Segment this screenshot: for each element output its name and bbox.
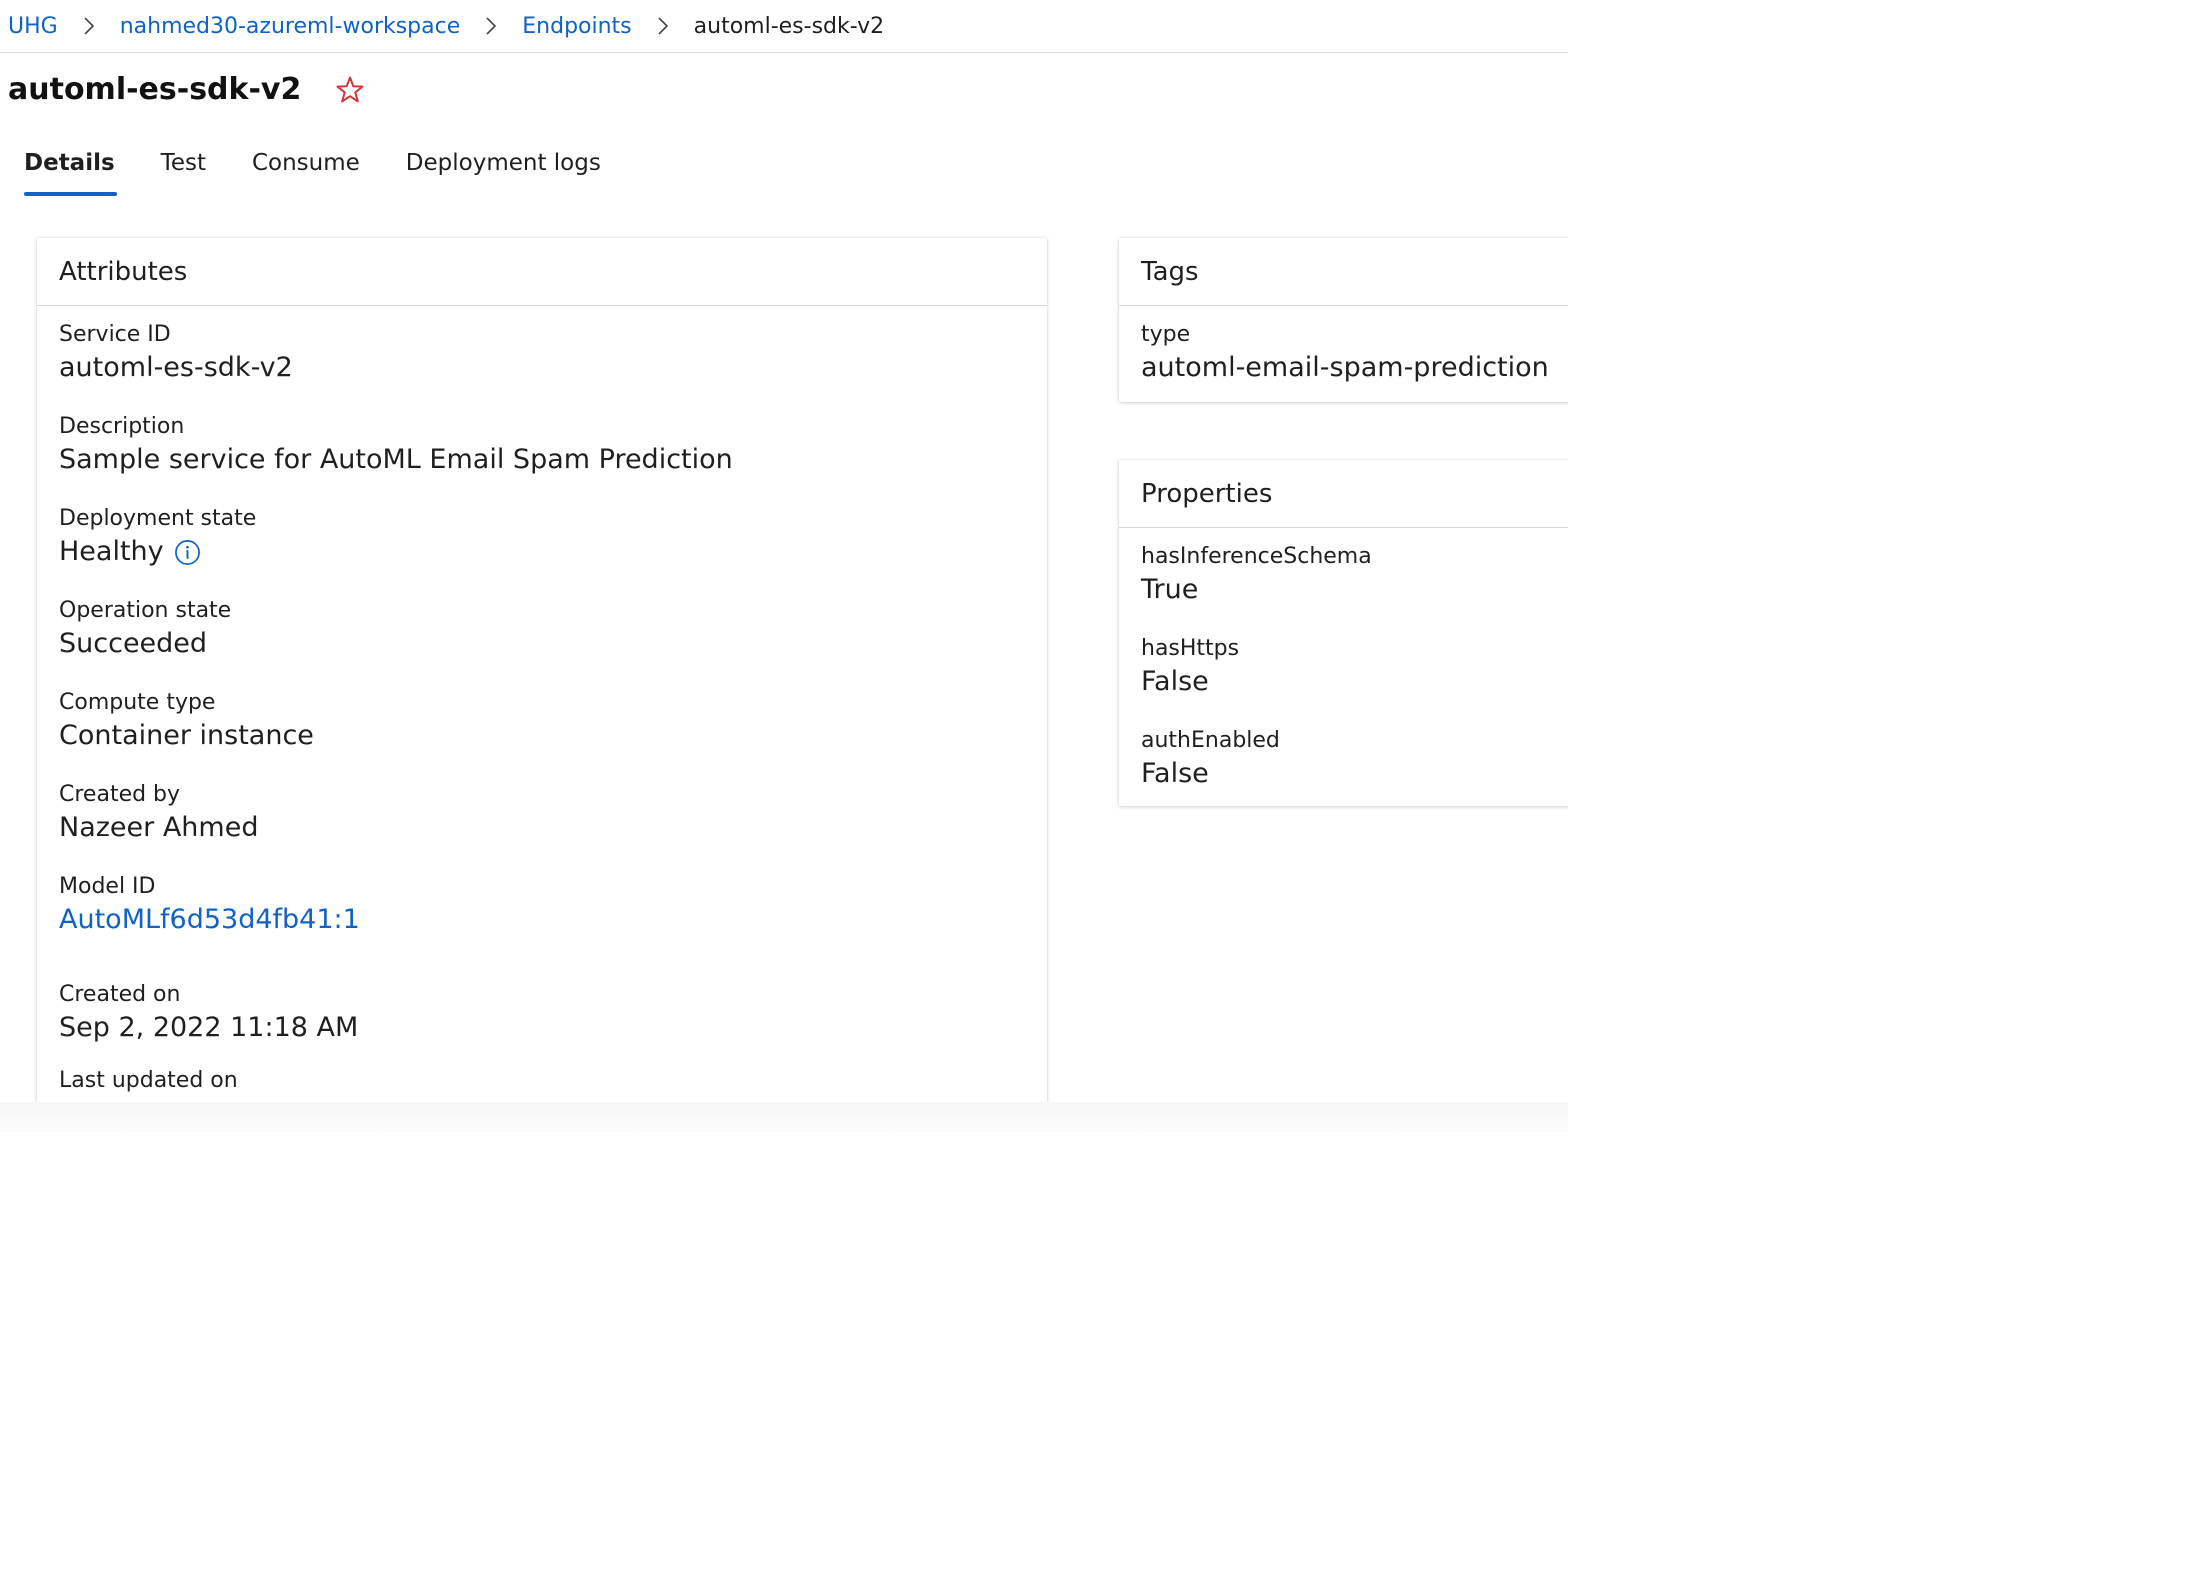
breadcrumb-item-uhg[interactable]: UHG xyxy=(8,14,58,39)
breadcrumb-item-endpoints[interactable]: Endpoints xyxy=(522,14,631,39)
field-label: Model ID xyxy=(59,874,156,899)
field-label: Description xyxy=(59,414,185,439)
field-value: automl-es-sdk-v2 xyxy=(59,352,293,383)
field-operation-state: Operation state Succeeded xyxy=(37,596,1047,662)
field-label: hasHttps xyxy=(1141,636,1240,661)
scroll-fade xyxy=(0,1102,1568,1132)
properties-header: Properties xyxy=(1119,460,1568,528)
field-value: Succeeded xyxy=(59,628,208,659)
field-value: Container instance xyxy=(59,720,314,751)
tab-details[interactable]: Details xyxy=(24,150,117,196)
field-created-by: Created by Nazeer Ahmed xyxy=(37,780,1047,846)
tab-consume[interactable]: Consume xyxy=(252,150,360,196)
field-label: Operation state xyxy=(59,598,232,623)
field-deployment-state: Deployment state Healthy xyxy=(37,504,1047,570)
tab-list: Details Test Consume Deployment logs xyxy=(24,150,601,196)
breadcrumb-item-workspace[interactable]: nahmed30-azureml-workspace xyxy=(120,14,461,39)
field-value: False xyxy=(1141,666,1209,697)
field-label: Created by xyxy=(59,782,181,807)
chevron-right-icon xyxy=(632,17,694,35)
field-label: type xyxy=(1141,322,1191,347)
star-outline-icon[interactable] xyxy=(335,75,365,105)
field-label: Created on xyxy=(59,982,181,1007)
model-id-link[interactable]: AutoMLf6d53d4fb41:1 xyxy=(59,902,1047,938)
chevron-right-icon xyxy=(460,17,522,35)
attributes-header: Attributes xyxy=(37,238,1047,306)
property-has-inference-schema: hasInferenceSchema True xyxy=(1119,542,1568,608)
property-auth-enabled: authEnabled False xyxy=(1119,726,1568,792)
field-label: Deployment state xyxy=(59,506,257,531)
field-compute-type: Compute type Container instance xyxy=(37,688,1047,754)
endpoint-details-page: UHG nahmed30-azureml-workspace Endpoints… xyxy=(0,0,1568,1132)
field-value: False xyxy=(1141,758,1209,789)
field-value: automl-email-spam-prediction xyxy=(1141,352,1549,383)
field-last-updated-on: Last updated on xyxy=(37,1066,1047,1096)
field-model-id: Model ID AutoMLf6d53d4fb41:1 xyxy=(37,872,1047,938)
breadcrumb: UHG nahmed30-azureml-workspace Endpoints… xyxy=(0,0,1568,53)
page-title: automl-es-sdk-v2 xyxy=(8,72,302,107)
field-label: Service ID xyxy=(59,322,171,347)
chevron-right-icon xyxy=(58,17,120,35)
field-created-on: Created on Sep 2, 2022 11:18 AM xyxy=(37,980,1047,1046)
field-label: Last updated on xyxy=(59,1068,238,1093)
field-value: Nazeer Ahmed xyxy=(59,812,259,843)
field-label: Compute type xyxy=(59,690,216,715)
field-label: hasInferenceSchema xyxy=(1141,544,1372,569)
properties-card: Properties hasInferenceSchema True hasHt… xyxy=(1119,460,1568,806)
breadcrumb-current: automl-es-sdk-v2 xyxy=(693,13,885,39)
field-value-row: Healthy xyxy=(59,534,1047,570)
deployment-state-value: Healthy xyxy=(59,536,164,567)
tags-card: Tags type automl-email-spam-prediction xyxy=(1119,238,1568,402)
field-value: Sep 2, 2022 11:18 AM xyxy=(59,1012,359,1043)
tab-test[interactable]: Test xyxy=(161,150,206,196)
property-has-https: hasHttps False xyxy=(1119,634,1568,700)
title-row: automl-es-sdk-v2 xyxy=(8,72,365,107)
field-value: True xyxy=(1141,574,1199,605)
field-label: authEnabled xyxy=(1141,728,1280,753)
field-service-id: Service ID automl-es-sdk-v2 xyxy=(37,320,1047,386)
tags-header: Tags xyxy=(1119,238,1568,306)
tag-type: type automl-email-spam-prediction xyxy=(1119,320,1568,386)
field-value: Sample service for AutoML Email Spam Pre… xyxy=(59,444,733,475)
field-description: Description Sample service for AutoML Em… xyxy=(37,412,1047,478)
info-icon[interactable] xyxy=(174,539,201,566)
tab-deployment-logs[interactable]: Deployment logs xyxy=(406,150,601,196)
attributes-card: Attributes Service ID automl-es-sdk-v2 D… xyxy=(37,238,1047,1118)
